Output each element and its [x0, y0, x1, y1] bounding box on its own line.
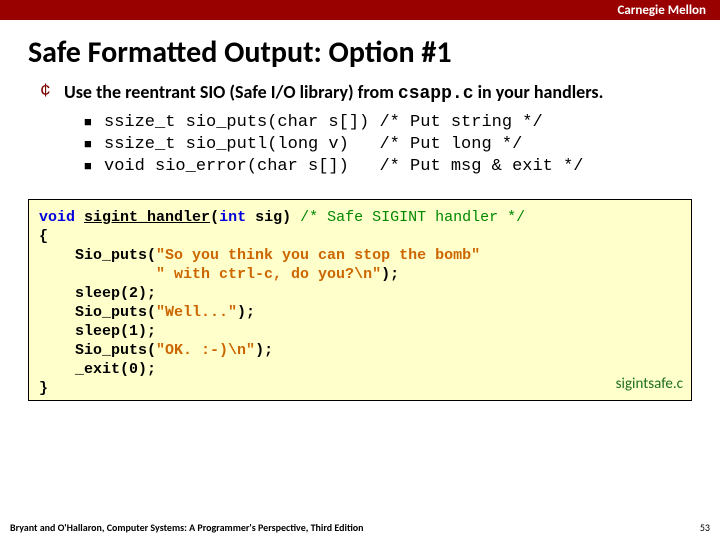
bullet-code: csapp.c: [398, 84, 474, 104]
code-line: Sio_puts("Well...");: [39, 303, 681, 322]
code-line: sleep(2);: [39, 284, 681, 303]
arg: sig): [246, 209, 291, 226]
bullet-pre: Use the reentrant SIO (Safe I/O library)…: [64, 81, 398, 103]
code-line: Sio_puts("So you think you can stop the …: [39, 246, 681, 265]
string: "Well...": [156, 304, 237, 321]
fn-name: sigint_handler: [84, 209, 210, 226]
main-bullet-row: ¢ Use the reentrant SIO (Safe I/O librar…: [40, 81, 690, 105]
bullet-icon: ¢: [40, 81, 54, 103]
sig-text: ssize_t sio_putl(long v) /* Put long */: [104, 135, 522, 155]
square-bullet-icon: ■: [84, 113, 96, 133]
signature-list: ■ ssize_t sio_puts(char s[]) /* Put stri…: [84, 113, 690, 177]
page-number: 53: [700, 521, 710, 534]
header-bar: Carnegie Mellon: [0, 0, 720, 20]
code-line: Sio_puts("OK. :-)\n");: [39, 341, 681, 360]
string: "OK. :-)\n": [156, 342, 255, 359]
sig-text: ssize_t sio_puts(char s[]) /* Put string…: [104, 113, 543, 133]
square-bullet-icon: ■: [84, 135, 96, 155]
comment: /* Safe SIGINT handler */: [291, 209, 525, 226]
code-line: _exit(0);: [39, 360, 681, 379]
kw: int: [219, 209, 246, 226]
content-area: ¢ Use the reentrant SIO (Safe I/O librar…: [0, 81, 720, 177]
code-line: void sigint_handler(int sig) /* Safe SIG…: [39, 208, 681, 227]
sig-row: ■ ssize_t sio_puts(char s[]) /* Put stri…: [84, 113, 690, 133]
footer: Bryant and O'Hallaron, Computer Systems:…: [10, 521, 710, 534]
code-line: }: [39, 379, 681, 398]
string: "So you think you can stop the bomb": [156, 247, 480, 264]
bullet-post: in your handlers.: [474, 81, 604, 103]
sig-text: void sio_error(char s[]) /* Put msg & ex…: [104, 157, 583, 177]
sig-row: ■ ssize_t sio_putl(long v) /* Put long *…: [84, 135, 690, 155]
brand-text: Carnegie Mellon: [617, 3, 706, 18]
kw: void: [39, 209, 75, 226]
square-bullet-icon: ■: [84, 157, 96, 177]
code-line: " with ctrl-c, do you?\n");: [39, 265, 681, 284]
string: " with ctrl-c, do you?\n": [156, 266, 381, 283]
sig-row: ■ void sio_error(char s[]) /* Put msg & …: [84, 157, 690, 177]
main-bullet-text: Use the reentrant SIO (Safe I/O library)…: [64, 81, 603, 105]
code-line: {: [39, 227, 681, 246]
footer-citation: Bryant and O'Hallaron, Computer Systems:…: [10, 521, 364, 534]
code-filename-label: sigintsafe.c: [616, 375, 683, 394]
code-box: void sigint_handler(int sig) /* Safe SIG…: [28, 199, 692, 401]
code-line: sleep(1);: [39, 322, 681, 341]
slide-title: Safe Formatted Output: Option #1: [28, 34, 720, 71]
